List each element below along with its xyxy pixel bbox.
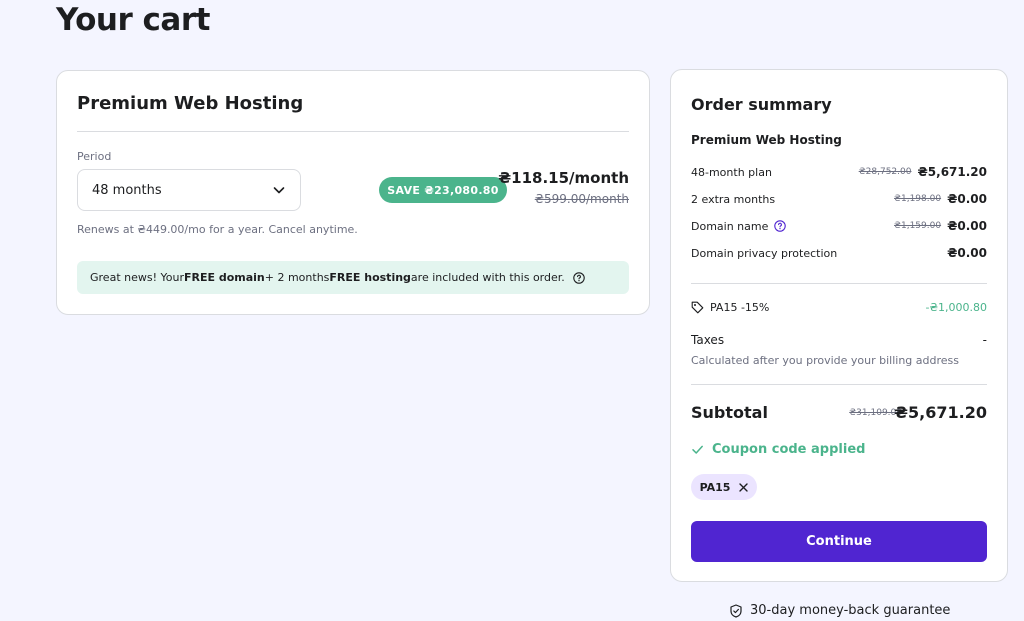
period-select-value: 48 months [92, 182, 162, 198]
divider [691, 384, 987, 385]
line-old-price: ₴1,198.00 [894, 194, 942, 204]
line-price: ₴0.00 [947, 192, 987, 206]
subtotal-label: Subtotal [691, 403, 768, 422]
subtotal-value: ₴5,671.20 [894, 403, 987, 422]
renewal-note: Renews at ₴449.00/mo for a year. Cancel … [77, 223, 358, 236]
period-select[interactable]: 48 months [77, 169, 301, 211]
save-badge: SAVE ₴23,080.80 [379, 177, 507, 203]
chevron-down-icon [273, 187, 285, 194]
coupon-applied-status: Coupon code applied [691, 442, 865, 457]
order-summary-card: Order summary Premium Web Hosting 48-mon… [670, 69, 1008, 582]
promo-text: are included with this order. [410, 271, 565, 284]
coupon-code: PA15 [699, 480, 731, 494]
promo-free-domain: FREE domain [183, 271, 265, 284]
divider [691, 283, 987, 284]
line-label: 48-month plan [691, 165, 772, 179]
close-icon[interactable] [739, 482, 749, 492]
money-back-guarantee: 30-day money-back guarantee [729, 603, 950, 618]
check-icon [692, 445, 703, 454]
cart-item-card: Premium Web Hosting Period 48 months SAV… [56, 70, 650, 315]
line-price: ₴0.00 [947, 219, 987, 233]
taxes-value: - [982, 333, 987, 347]
summary-line-extra-months: 2 extra months ₴1,198.00 ₴0.00 [691, 190, 987, 208]
promo-free-hosting: FREE hosting [329, 271, 411, 284]
divider [77, 131, 629, 132]
line-price: ₴0.00 [947, 246, 987, 260]
coupon-discount: -₴1,000.80 [925, 300, 987, 314]
line-price: ₴5,671.20 [917, 165, 987, 179]
coupon-chip: PA15 [691, 474, 757, 500]
question-circle-icon[interactable] [774, 220, 787, 232]
summary-product-name: Premium Web Hosting [691, 133, 842, 147]
promo-text: + 2 months [264, 271, 330, 284]
coupon-applied-text: Coupon code applied [712, 442, 866, 457]
taxes-note: Calculated after you provide your billin… [691, 354, 959, 367]
help-icon[interactable] [573, 271, 585, 284]
guarantee-text: 30-day money-back guarantee [750, 603, 951, 618]
summary-line-domain: Domain name ₴1,159.00 ₴0.00 [691, 217, 987, 235]
line-old-price: ₴1,159.00 [894, 221, 942, 231]
original-price: ₴599.00/month [534, 192, 629, 206]
summary-line-coupon: PA15 -15% -₴1,000.80 [691, 298, 987, 316]
cart-product-title: Premium Web Hosting [77, 93, 304, 114]
tag-icon [691, 301, 704, 313]
continue-button[interactable]: Continue [691, 521, 987, 562]
order-summary-title: Order summary [691, 95, 832, 114]
line-label: 2 extra months [691, 192, 776, 206]
page-title: Your cart [56, 2, 210, 38]
shield-check-icon [730, 603, 742, 618]
price-per-month: ₴118.15/month [498, 169, 629, 187]
coupon-line-label: PA15 -15% [710, 300, 770, 314]
line-old-price: ₴28,752.00 [858, 167, 912, 177]
taxes-label: Taxes [691, 333, 725, 347]
period-label: Period [77, 150, 112, 163]
promo-banner: Great news! Your FREE domain + 2 months … [77, 261, 629, 294]
summary-line-privacy: Domain privacy protection ₴0.00 [691, 244, 987, 262]
line-label: Domain name [691, 219, 769, 233]
promo-text: Great news! Your [90, 271, 184, 284]
line-label: Domain privacy protection [691, 246, 838, 260]
summary-line-plan: 48-month plan ₴28,752.00 ₴5,671.20 [691, 163, 987, 181]
